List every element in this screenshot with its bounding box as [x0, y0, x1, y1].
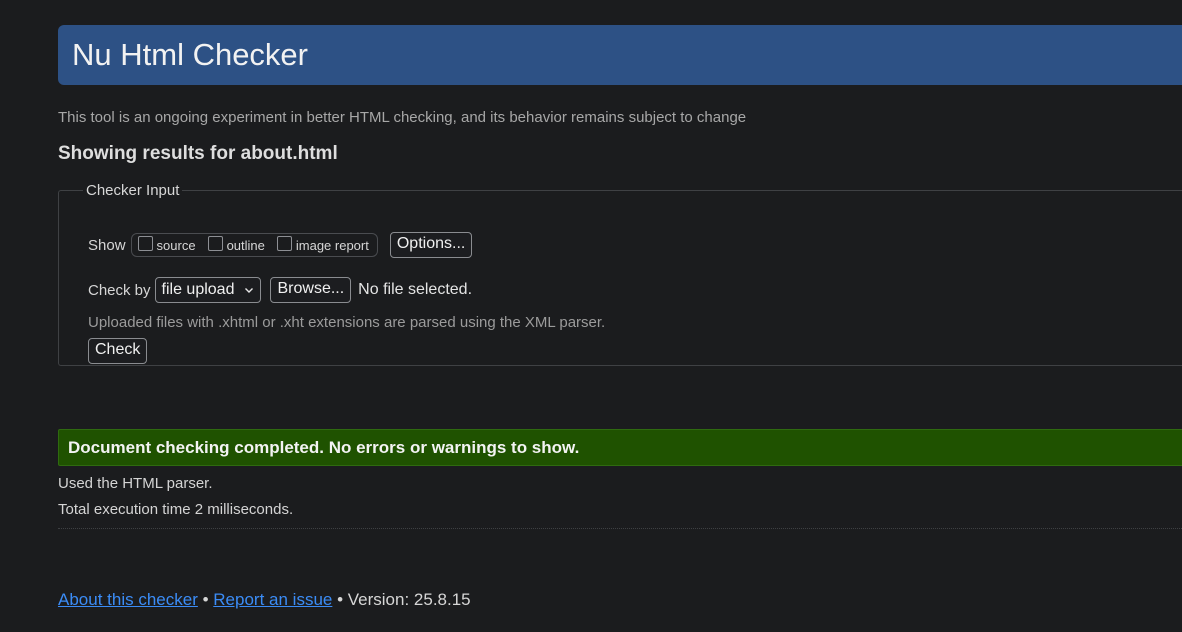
page-header: Nu Html Checker: [58, 25, 1182, 85]
source-checkbox-label: source: [156, 237, 196, 253]
about-checker-link[interactable]: About this checker: [58, 590, 198, 609]
xml-parser-hint: Uploaded files with .xhtml or .xht exten…: [88, 314, 606, 331]
page-title: Nu Html Checker: [72, 37, 308, 72]
outline-checkbox-label: outline: [226, 237, 265, 253]
browse-button[interactable]: Browse...: [270, 277, 352, 303]
show-source-option[interactable]: source: [137, 235, 196, 253]
source-checkbox[interactable]: [137, 235, 153, 251]
check-by-select[interactable]: file upload: [154, 277, 262, 303]
options-button[interactable]: Options...: [389, 232, 473, 258]
show-image-report-option[interactable]: image report: [276, 235, 369, 253]
show-outline-option[interactable]: outline: [207, 235, 265, 253]
experiment-notice: This tool is an ongoing experiment in be…: [58, 109, 747, 126]
checker-input-fieldset: Checker Input Show source outline image …: [58, 182, 1182, 366]
success-message: Document checking completed. No errors o…: [58, 429, 1182, 466]
chevron-down-icon: [245, 288, 254, 293]
execution-time: Total execution time 2 milliseconds.: [58, 501, 294, 518]
show-row: Show source outline image report Options…: [88, 232, 473, 258]
file-status: No file selected.: [358, 281, 473, 298]
show-options-group: source outline image report: [130, 233, 378, 257]
check-by-row: Check by file upload Browse... No file s…: [88, 277, 472, 303]
outline-checkbox[interactable]: [207, 235, 223, 251]
check-by-label: Check by: [88, 281, 151, 299]
show-label: Show: [88, 236, 126, 254]
report-issue-link[interactable]: Report an issue: [213, 590, 332, 609]
version-text: • Version: 25.8.15: [337, 590, 471, 609]
image-report-checkbox-label: image report: [295, 237, 369, 253]
footer: About this checker • Report an issue • V…: [58, 590, 471, 610]
checker-input-legend: Checker Input: [86, 182, 180, 199]
check-button[interactable]: Check: [88, 338, 148, 364]
footer-separator: •: [202, 590, 209, 609]
image-report-checkbox[interactable]: [276, 235, 292, 251]
results-heading: Showing results for about.html: [58, 143, 338, 164]
check-by-selected-value: file upload: [161, 281, 235, 298]
details-separator: [58, 528, 1182, 529]
parser-info: Used the HTML parser.: [58, 475, 213, 492]
